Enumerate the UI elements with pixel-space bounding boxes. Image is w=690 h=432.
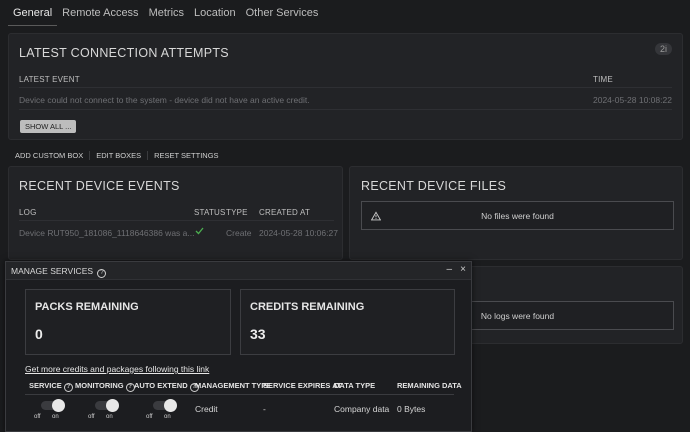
latest-connection-attempts-panel: LATEST CONNECTION ATTEMPTS 2i LATEST EVE… [8,33,683,140]
divider [19,87,672,88]
auto-extend-toggle[interactable] [153,399,177,412]
recent-device-files-panel: RECENT DEVICE FILES No files were found [349,166,683,260]
empty-message: No logs were found [480,310,555,321]
packs-remaining-card: PACKS REMAINING 0 [25,289,231,355]
monitoring-toggle[interactable] [95,399,119,412]
expires-value: - [263,404,266,414]
tab-location[interactable]: Location [189,4,241,26]
tab-remote-access[interactable]: Remote Access [57,4,143,26]
add-custom-box-link[interactable]: ADD CUSTOM BOX [15,151,89,160]
column-header-auto-extend: AUTO EXTEND? [134,381,199,392]
column-header-type: TYPE [226,208,248,217]
service-toggle[interactable] [41,399,65,412]
event-message: Device could not connect to the system -… [19,95,310,105]
tab-bar: General Remote Access Metrics Location O… [8,4,323,26]
column-header-status: STATUS [194,208,226,217]
column-header-latest-event: LATEST EVENT [19,75,80,84]
warning-icon [371,211,381,220]
minimize-button[interactable]: – [446,265,452,275]
event-time: 2024-05-28 10:08:22 [593,95,672,105]
tab-general[interactable]: General [8,4,58,26]
card-value: 33 [250,326,266,342]
toggle-off-label: off [146,414,153,420]
column-header-monitoring: MONITORING? [75,381,135,392]
close-button[interactable]: × [460,265,466,275]
tab-other-services[interactable]: Other Services [241,4,324,26]
toggle-on-label: on [106,414,113,420]
manage-services-dialog: MANAGE SERVICES ? – × PACKS REMAINING 0 … [5,261,472,432]
column-header-service: SERVICE? [29,381,73,392]
toggle-on-label: on [52,414,59,420]
card-label: PACKS REMAINING [35,301,139,313]
empty-state: No files were found [361,201,674,230]
get-credits-link[interactable]: Get more credits and packages following … [25,364,209,374]
divider [25,394,454,395]
card-value: 0 [35,326,43,342]
column-header-created-at: CREATED AT [259,208,311,217]
dialog-title: MANAGE SERVICES ? [11,266,107,278]
management-type-value: Credit [195,404,218,414]
toggle-off-label: off [88,414,95,420]
data-type-value: Company data [334,404,390,414]
panel-title: LATEST CONNECTION ATTEMPTS [19,46,229,60]
toggle-on-label: on [164,414,171,420]
check-icon [195,227,204,235]
column-header-data-type: DATA TYPE [334,381,376,390]
column-header-remaining-data: REMAINING DATA [397,381,462,390]
event-created-at: 2024-05-28 10:06:27 [259,228,338,238]
event-log-text: Device RUT950_181086_1118646386 was a... [19,228,195,238]
tab-metrics[interactable]: Metrics [144,4,189,26]
recent-device-events-panel: RECENT DEVICE EVENTS LOG STATUS TYPE CRE… [8,166,343,260]
panel-title: RECENT DEVICE FILES [361,179,507,193]
divider [19,109,672,110]
column-header-service-expires: SERVICE EXPIRES AT [263,381,342,390]
dialog-header: MANAGE SERVICES ? – × [6,262,471,280]
column-header-management-type: MANAGEMENT TYPE [195,381,272,390]
credits-remaining-card: CREDITS REMAINING 33 [240,289,455,355]
card-label: CREDITS REMAINING [250,301,365,313]
reset-settings-link[interactable]: RESET SETTINGS [147,151,224,160]
column-header-log: LOG [19,208,37,217]
edit-boxes-link[interactable]: EDIT BOXES [89,151,147,160]
show-all-button[interactable]: SHOW ALL ... [20,120,77,133]
help-icon[interactable]: ? [63,383,73,392]
toggle-off-label: off [34,414,41,420]
remaining-data-value: 0 Bytes [397,404,426,414]
divider [19,220,334,221]
count-badge: 2i [654,43,672,55]
empty-message: No files were found [481,210,554,221]
event-type: Create [226,228,252,238]
dialog-title-text: MANAGE SERVICES [11,266,94,276]
column-header-time: TIME [593,75,613,84]
dashboard-actions: ADD CUSTOM BOX EDIT BOXES RESET SETTINGS [15,151,225,160]
panel-title: RECENT DEVICE EVENTS [19,179,180,193]
help-icon[interactable]: ? [97,269,107,278]
